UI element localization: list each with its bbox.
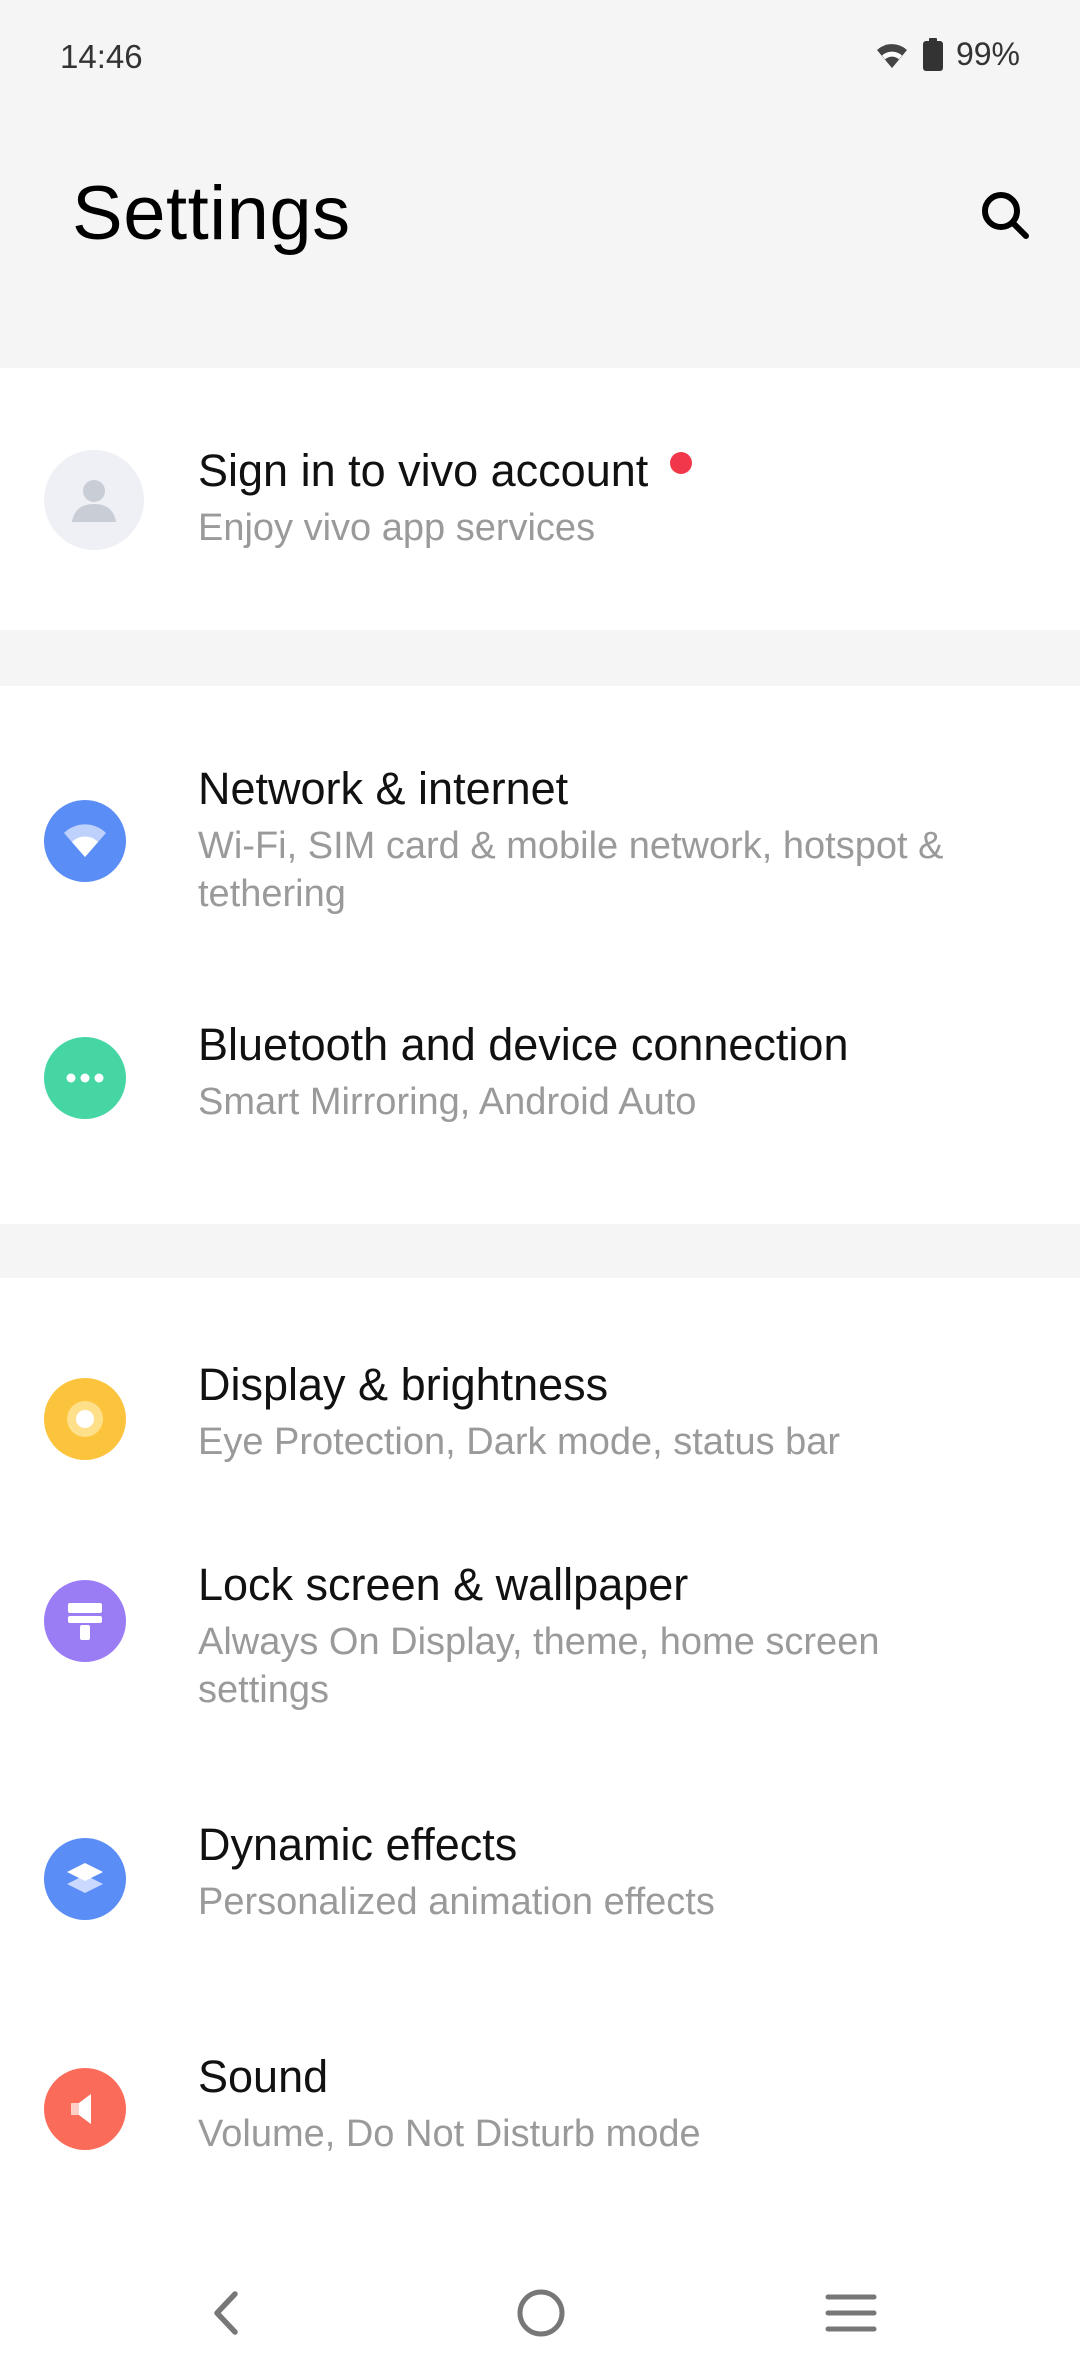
settings-item-sound[interactable]: Sound Volume, Do Not Disturb mode (0, 1988, 1080, 2218)
bluetooth-title: Bluetooth and device connection (198, 1019, 849, 1070)
settings-group-personalization: Display & brightness Eye Protection, Dar… (0, 1278, 1080, 2248)
back-icon (214, 2291, 238, 2335)
search-button[interactable] (970, 180, 1040, 250)
dynamic-effects-subtitle: Personalized animation effects (198, 1881, 715, 1923)
battery-percent: 99% (955, 36, 1020, 72)
account-text: Sign in to vivo account Enjoy vivo app s… (198, 444, 1020, 552)
lockscreen-subtitle: Always On Display, theme, home screen se… (198, 1621, 880, 1711)
wifi-icon (874, 40, 910, 70)
brightness-icon (44, 1378, 126, 1460)
status-right: 99% (874, 36, 1020, 73)
account-row[interactable]: Sign in to vivo account Enjoy vivo app s… (0, 368, 1080, 630)
navigation-bar (0, 2248, 1080, 2376)
bluetooth-text: Bluetooth and device connection Smart Mi… (198, 1018, 1020, 1126)
settings-item-display[interactable]: Display & brightness Eye Protection, Dar… (0, 1278, 1080, 1500)
settings-item-bluetooth[interactable]: Bluetooth and device connection Smart Mi… (0, 964, 1080, 1224)
network-subtitle: Wi-Fi, SIM card & mobile network, hotspo… (198, 825, 944, 915)
home-icon (517, 2289, 565, 2337)
search-icon (982, 192, 1029, 239)
wifi-icon (44, 800, 126, 882)
battery-icon (922, 37, 944, 72)
sound-subtitle: Volume, Do Not Disturb mode (198, 2113, 701, 2155)
more-dots-icon (44, 1037, 126, 1119)
sound-text: Sound Volume, Do Not Disturb mode (198, 2050, 1020, 2158)
settings-item-dynamic-effects[interactable]: Dynamic effects Personalized animation e… (0, 1764, 1080, 1988)
back-button[interactable] (182, 2268, 272, 2358)
account-card: Sign in to vivo account Enjoy vivo app s… (0, 368, 1080, 630)
display-title: Display & brightness (198, 1359, 609, 1410)
settings-group-connectivity: Network & internet Wi-Fi, SIM card & mob… (0, 686, 1080, 1224)
dynamic-effects-text: Dynamic effects Personalized animation e… (198, 1818, 1020, 1926)
home-button[interactable] (496, 2268, 586, 2358)
network-title: Network & internet (198, 763, 569, 814)
status-bar: 14:46 99% (0, 0, 1080, 118)
speaker-icon (44, 2068, 126, 2150)
display-text: Display & brightness Eye Protection, Dar… (198, 1358, 1020, 1466)
dynamic-effects-title: Dynamic effects (198, 1819, 518, 1870)
sound-title: Sound (198, 2051, 329, 2102)
avatar-icon (44, 450, 144, 550)
lockscreen-title: Lock screen & wallpaper (198, 1559, 689, 1610)
header: Settings (0, 118, 1080, 368)
paint-roller-icon (44, 1580, 126, 1662)
page-title: Settings (72, 171, 351, 256)
status-time: 14:46 (60, 38, 143, 75)
settings-item-lockscreen[interactable]: Lock screen & wallpaper Always On Displa… (0, 1500, 1080, 1764)
display-subtitle: Eye Protection, Dark mode, status bar (198, 1421, 841, 1463)
layers-icon (44, 1838, 126, 1920)
settings-item-network[interactable]: Network & internet Wi-Fi, SIM card & mob… (0, 686, 1080, 964)
network-text: Network & internet Wi-Fi, SIM card & mob… (198, 762, 1020, 918)
menu-icon (825, 2294, 877, 2332)
lockscreen-text: Lock screen & wallpaper Always On Displa… (198, 1558, 1020, 1714)
notification-badge (670, 452, 693, 474)
bluetooth-subtitle: Smart Mirroring, Android Auto (198, 1081, 697, 1123)
menu-button[interactable] (806, 2268, 896, 2358)
account-subtitle: Enjoy vivo app services (198, 507, 596, 549)
account-title: Sign in to vivo account (198, 445, 649, 496)
